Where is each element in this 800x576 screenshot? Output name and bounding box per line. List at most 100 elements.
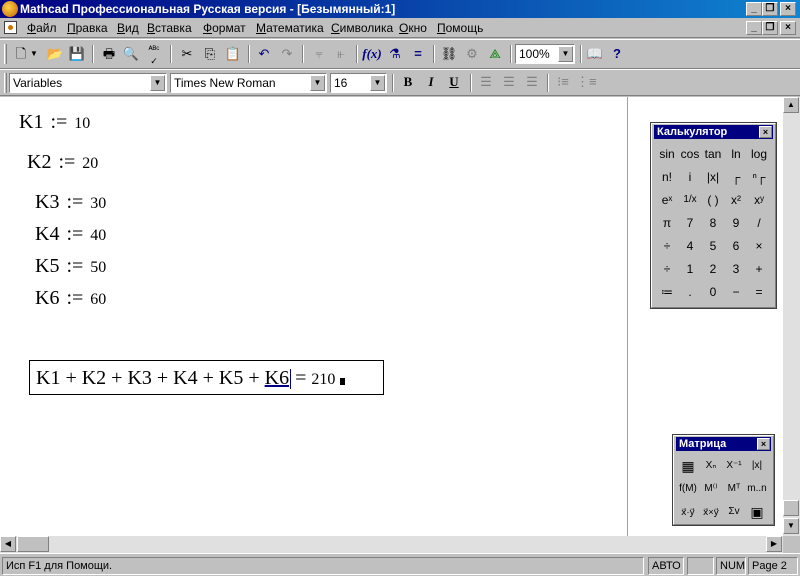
key-7[interactable]: 7 [679, 212, 701, 234]
cut-icon[interactable]: ✂ [176, 43, 198, 65]
key-divide-slash[interactable]: / [748, 212, 770, 234]
zoom-select[interactable]: 100% ▼ [515, 44, 575, 64]
italic-button[interactable]: I [421, 73, 441, 92]
vertical-scrollbar[interactable]: ▲ ▼ [783, 97, 800, 536]
key-divide[interactable]: ÷ [656, 258, 678, 280]
matrix-column-button[interactable]: M⁽⁾ [700, 478, 722, 500]
key-sin[interactable]: sin [656, 143, 678, 165]
scroll-right-icon[interactable]: ▶ [766, 536, 782, 552]
menu-file[interactable]: Файл [27, 21, 57, 35]
close-icon[interactable]: × [780, 2, 796, 16]
insert-component-icon[interactable]: ⛓ [438, 43, 460, 65]
menu-window[interactable]: Окно [399, 21, 427, 35]
calculator-title[interactable]: Калькулятор × [654, 125, 773, 139]
key-plus[interactable]: + [748, 258, 770, 280]
key-multiply[interactable]: × [748, 235, 770, 257]
sum-expression[interactable]: K1 + K2 + K3 + K4 + K5 + K6 = 210 [36, 367, 346, 391]
key-ln[interactable]: ln [725, 143, 747, 165]
help-icon[interactable]: ? [606, 43, 628, 65]
key-tan[interactable]: tan [702, 143, 724, 165]
key-6[interactable]: 6 [725, 235, 747, 257]
open-icon[interactable]: 📂 [44, 43, 66, 65]
spell-check-icon[interactable]: ᴬᴮᶜ ✓ [143, 43, 165, 66]
bold-button[interactable]: B [398, 73, 418, 92]
font-size-select[interactable]: 16 ▼ [330, 73, 387, 93]
resource-center-icon[interactable]: 📖 [584, 43, 606, 65]
chevron-down-icon[interactable]: ▼ [558, 46, 573, 62]
doc-minimize-icon[interactable]: _ [746, 21, 762, 35]
key-exp[interactable]: eˣ [656, 189, 678, 211]
key-power[interactable]: xʸ [748, 189, 770, 211]
matrix-cross-product-button[interactable]: x⃗×y⃗ [700, 501, 722, 523]
definition-k3[interactable]: K3:= 30 [35, 191, 106, 215]
horizontal-scrollbar[interactable]: ◀ ▶ [0, 536, 783, 553]
calculate-icon[interactable]: = [407, 43, 429, 65]
minimize-icon[interactable]: _ [746, 2, 762, 16]
copy-icon[interactable]: ⎘ [199, 43, 221, 65]
menu-insert[interactable]: Вставка [147, 21, 192, 35]
horizontal-scroll-thumb[interactable] [17, 536, 49, 552]
align-center-icon[interactable]: ☰ [499, 73, 519, 92]
key-minus[interactable]: − [725, 281, 747, 303]
matrix-transpose-button[interactable]: Mᵀ [723, 478, 745, 500]
definition-k5[interactable]: K5:= 50 [35, 255, 106, 279]
key-8[interactable]: 8 [702, 212, 724, 234]
underline-button[interactable]: U [444, 73, 464, 92]
matrix-dot-product-button[interactable]: x⃗·y⃗ [677, 501, 699, 523]
matrix-subscript-button[interactable]: Xₙ [700, 455, 722, 477]
new-dropdown-icon[interactable]: ▼ [28, 43, 40, 65]
bullet-list-icon[interactable]: ⁝≡ [553, 73, 573, 92]
matrix-vector-sum-button[interactable]: Σv [723, 501, 745, 523]
key-pi[interactable]: π [656, 212, 678, 234]
menu-format[interactable]: Формат [203, 21, 246, 35]
insert-unit-icon[interactable]: ⚗ [384, 43, 406, 65]
menu-math[interactable]: Математика [256, 21, 324, 35]
chevron-down-icon[interactable]: ▼ [150, 75, 165, 91]
numbered-list-icon[interactable]: ⋮≡ [576, 73, 597, 92]
close-icon[interactable]: × [757, 438, 770, 450]
chevron-down-icon[interactable]: ▼ [310, 75, 325, 91]
matrix-picture-button[interactable]: ▣ [746, 501, 768, 523]
key-2[interactable]: 2 [702, 258, 724, 280]
document-icon[interactable] [4, 21, 17, 34]
scroll-up-icon[interactable]: ▲ [783, 97, 799, 113]
save-icon[interactable]: 💾 [66, 43, 88, 65]
key-factorial[interactable]: n! [656, 166, 678, 188]
key-abs[interactable]: |x| [702, 166, 724, 188]
menu-view[interactable]: Вид [117, 21, 139, 35]
key-parentheses[interactable]: ( ) [702, 189, 724, 211]
key-9[interactable]: 9 [725, 212, 747, 234]
restore-icon[interactable]: ❐ [762, 2, 778, 16]
undo-icon[interactable]: ↶ [253, 43, 275, 65]
align-top-icon[interactable]: ⫧ [308, 43, 330, 65]
definition-k2[interactable]: K2:= 20 [27, 151, 98, 175]
redo-icon[interactable]: ↷ [276, 43, 298, 65]
key-5[interactable]: 5 [702, 235, 724, 257]
scroll-down-icon[interactable]: ▼ [783, 518, 799, 534]
toolbar-grip[interactable] [4, 44, 7, 64]
key-3[interactable]: 3 [725, 258, 747, 280]
doc-close-icon[interactable]: × [780, 21, 796, 35]
matrix-insert-button[interactable]: ▦ [677, 455, 699, 477]
toolbar-grip[interactable] [4, 73, 7, 93]
key-cos[interactable]: cos [679, 143, 701, 165]
key-sqrt[interactable]: ┌ [725, 166, 747, 188]
key-decimal[interactable]: . [679, 281, 701, 303]
print-preview-icon[interactable]: 🔍 [120, 43, 142, 65]
align-right-icon[interactable]: ☰ [522, 73, 542, 92]
key-division-bar[interactable]: ÷ [656, 235, 678, 257]
key-imaginary[interactable]: i [679, 166, 701, 188]
style-select[interactable]: Variables ▼ [9, 73, 167, 93]
definition-k1[interactable]: K1:= 10 [19, 111, 90, 135]
matrix-vectorize-button[interactable]: f(M) [677, 478, 699, 500]
key-nth-root[interactable]: ⁿ┌ [748, 166, 770, 188]
scroll-left-icon[interactable]: ◀ [0, 536, 16, 552]
key-4[interactable]: 4 [679, 235, 701, 257]
graph-icon[interactable]: ⟁ [484, 43, 506, 65]
menu-edit[interactable]: Правка [67, 21, 108, 35]
paste-icon[interactable]: 📋 [222, 43, 244, 65]
matrix-range-button[interactable]: m..n [746, 478, 768, 500]
key-equals[interactable]: = [748, 281, 770, 303]
align-left-icon[interactable]: ☰ [476, 73, 496, 92]
close-icon[interactable]: × [759, 126, 772, 138]
